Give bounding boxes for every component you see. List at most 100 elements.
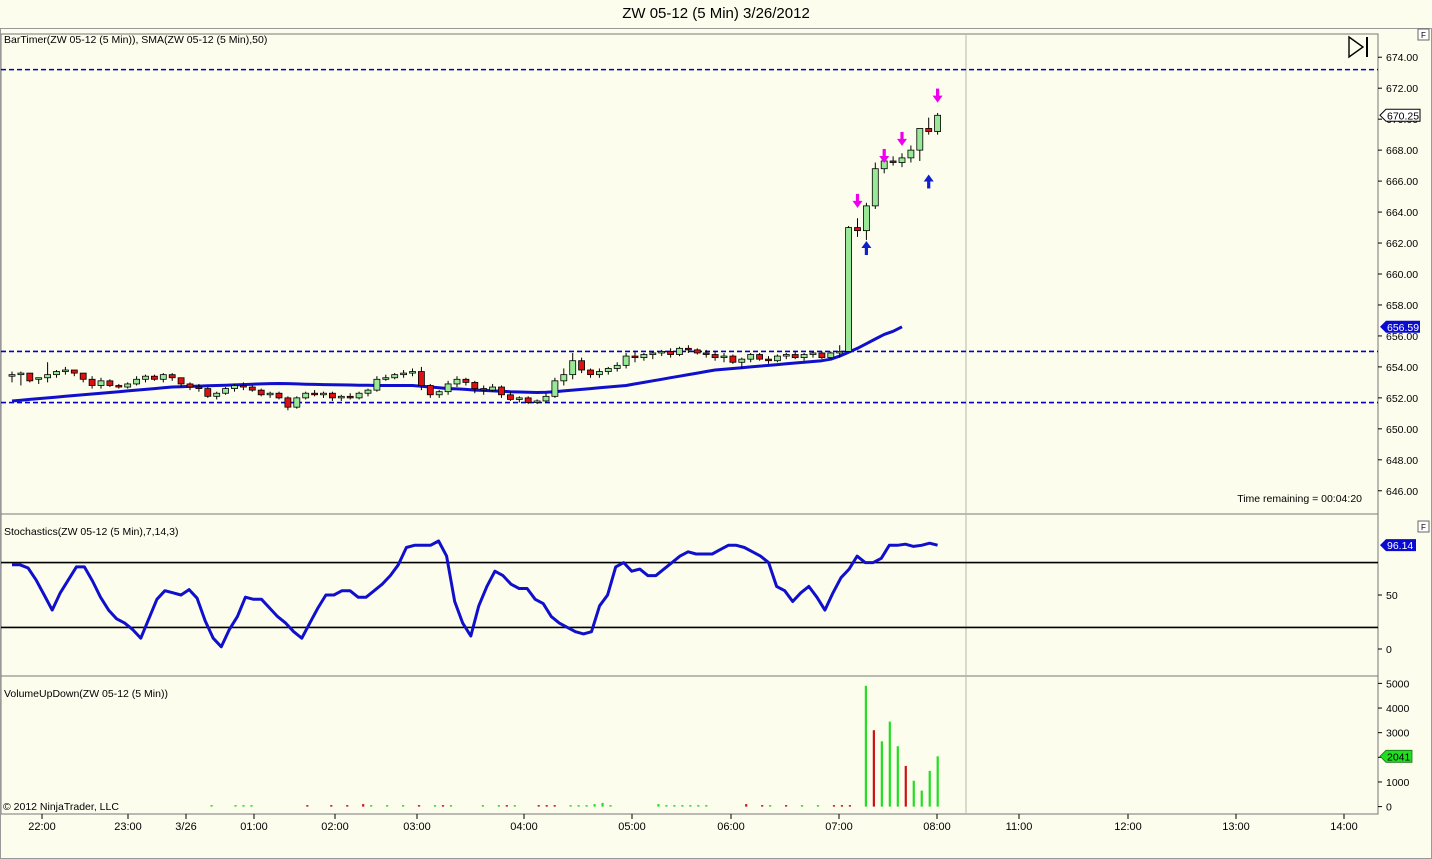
candle: [355, 391, 363, 400]
candle-body: [515, 397, 523, 400]
y-tick-label: 1000: [1386, 777, 1410, 789]
volume-bar: [513, 805, 516, 807]
candle-body: [818, 352, 826, 359]
y-tick-label: 652.00: [1386, 393, 1418, 405]
arrow-shaft: [882, 148, 886, 157]
last-price-tag: 670.25: [1379, 108, 1421, 122]
x-tick-label: 06:00: [717, 821, 745, 833]
x-tick-label: 07:00: [825, 821, 853, 833]
candle: [871, 162, 879, 209]
arrow-shaft: [855, 193, 860, 202]
candle-body: [35, 377, 43, 380]
candle-body: [248, 386, 256, 391]
y-tick-label: 646.00: [1386, 486, 1418, 498]
candle: [676, 346, 683, 357]
volume-bar: [609, 805, 612, 807]
candle-body: [257, 389, 265, 396]
x-tick-label: 3/26: [175, 821, 196, 833]
candle-body: [569, 360, 577, 376]
svg-text:96.14: 96.14: [1387, 540, 1413, 552]
y-tick-label: 654.00: [1386, 362, 1418, 374]
candle-body: [774, 355, 781, 362]
y-tick-label: 0: [1386, 644, 1392, 656]
volume-bar: [234, 805, 237, 807]
price-panel-frame: [0, 33, 1379, 515]
candle-body: [898, 157, 906, 163]
volume-bar: [673, 805, 676, 807]
candle: [275, 391, 283, 400]
x-tick-label: 04:00: [510, 821, 538, 833]
candle-body: [836, 351, 844, 354]
candle-body: [382, 377, 390, 380]
candle-body: [337, 395, 345, 399]
x-tick-label: 22:00: [28, 821, 56, 833]
candle-body: [26, 372, 34, 382]
x-tick-label: 12:00: [1114, 821, 1142, 833]
price-panel-label: BarTimer(ZW 05-12 (5 Min)), SMA(ZW 05-12…: [4, 34, 267, 46]
candle-body: [142, 375, 149, 380]
candle-body: [471, 381, 479, 389]
candle: [106, 379, 114, 388]
candle-body: [934, 114, 941, 132]
volume-bar: [761, 805, 764, 807]
candle-body: [658, 351, 666, 354]
candle-body: [649, 352, 657, 355]
svg-text:656.59: 656.59: [1387, 322, 1419, 334]
x-tick-label: 14:00: [1330, 821, 1358, 833]
volume-bar: [441, 805, 445, 807]
volume-panel-label: VolumeUpDown(ZW 05-12 (5 Min)): [4, 688, 168, 700]
candle: [302, 391, 310, 400]
volume-bar: [689, 805, 692, 807]
candle-body: [827, 352, 835, 359]
candle-body: [70, 369, 78, 374]
volume-panel-frame: [0, 675, 1379, 815]
volume-bar: [840, 805, 844, 807]
candle-body: [809, 352, 817, 355]
candle: [818, 351, 826, 360]
candle-body: [53, 371, 60, 376]
candle-body: [177, 377, 185, 385]
y-tick-label: 660.00: [1386, 269, 1418, 281]
x-tick-label: 02:00: [321, 821, 349, 833]
volume-bar: [864, 685, 867, 807]
candle-body: [640, 354, 648, 359]
stoch-panel-f-badge[interactable]: F: [1417, 520, 1430, 533]
candle-body: [302, 392, 310, 399]
svg-text:F: F: [1421, 31, 1426, 40]
candle-body: [533, 400, 541, 403]
volume-bar: [505, 805, 508, 807]
candle-body: [168, 374, 176, 379]
volume-bar: [936, 756, 939, 807]
candle-body: [925, 128, 933, 132]
candle-body: [409, 371, 416, 374]
volume-bar: [346, 805, 349, 807]
volume-bar: [386, 805, 389, 807]
volume-bar: [912, 780, 915, 807]
candle-body: [364, 389, 372, 394]
candle-body: [453, 378, 461, 385]
candle-body: [782, 354, 790, 357]
x-axis-layer: 22:00 23:00 3/26 01:00 02:00 03:00 04:00 05:00 0…: [28, 814, 1358, 833]
candle-body: [871, 168, 879, 207]
candle-body: [622, 355, 630, 366]
candle: [551, 377, 559, 398]
volume-bar: [920, 790, 923, 807]
price-panel-f-badge[interactable]: F: [1417, 28, 1430, 41]
candle-body: [907, 149, 915, 159]
chart-canvas[interactable]: BarTimer(ZW 05-12 (5 Min)), SMA(ZW 05-12…: [0, 28, 1432, 859]
volume-bar: [401, 805, 405, 807]
candle-body: [435, 391, 443, 396]
candle-body: [489, 386, 497, 391]
candle: [257, 388, 265, 397]
y-tick-label: 5000: [1386, 678, 1410, 690]
y-tick-label: 0: [1386, 802, 1392, 814]
candle: [524, 396, 532, 405]
y-axis-layer: 646.00648.00650.00652.00654.00656.00658.…: [1378, 52, 1418, 814]
y-tick-label: 4000: [1386, 703, 1410, 715]
candle-body: [311, 392, 319, 396]
candle-body: [693, 349, 701, 354]
volume-bar: [601, 802, 604, 807]
arrow-shaft: [864, 247, 868, 256]
stoch-panel-frame: [0, 513, 1379, 677]
candle-body: [115, 385, 123, 388]
